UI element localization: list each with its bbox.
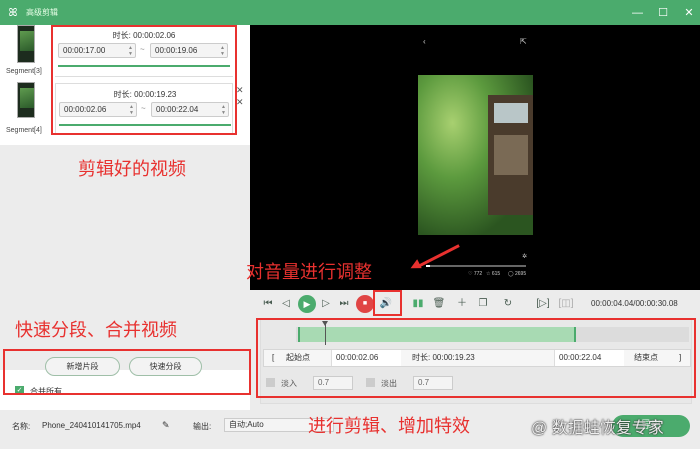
segment-label: Segment[3] — [6, 68, 42, 75]
close-segment-icon[interactable]: ✕ — [236, 85, 244, 96]
play-button[interactable]: ▶ — [298, 295, 316, 313]
annotation-box-timeline — [256, 318, 696, 398]
copy-icon[interactable]: ❐ — [474, 295, 492, 313]
window-controls: — ☐ ✕ — [632, 0, 694, 25]
step-forward-icon[interactable]: ▷ — [317, 295, 335, 313]
skip-end-icon[interactable]: ⏭ — [335, 295, 353, 313]
annotation-box-split — [3, 349, 251, 395]
video-frame — [418, 75, 533, 235]
segment-thumbnail[interactable] — [17, 82, 35, 118]
video-progress[interactable] — [426, 265, 526, 267]
annotation-box-volume — [373, 290, 402, 316]
delete-icon[interactable]: 🗑 — [430, 295, 448, 313]
annotation-box-segments — [51, 25, 237, 135]
annotation-volume: 对音量进行调整 — [246, 262, 372, 282]
close-icon[interactable]: ✕ — [684, 6, 694, 19]
video-preview[interactable]: ‹ ⇱ ✲ ♡ 772 ☆ 615 ◯ 2695 — [250, 25, 700, 290]
settings-icon[interactable]: ✲ — [522, 253, 527, 260]
window-title: 高级剪辑 — [26, 8, 58, 17]
annotation-edited-video: 剪辑好的视频 — [78, 159, 186, 179]
watermark: @ 数据蛙恢复专家 — [531, 420, 664, 437]
time-display: 00:00:04.04/00:00:30.08 — [591, 299, 678, 308]
app-logo-icon: ꕤ — [8, 6, 18, 19]
crop-icon[interactable]: [◫] — [557, 295, 575, 313]
step-back-icon[interactable]: ◁ — [277, 295, 295, 313]
edit-name-icon[interactable]: ✎ — [162, 420, 170, 431]
maximize-icon[interactable]: ☐ — [658, 6, 668, 19]
like-count: ♡ 772 — [468, 271, 483, 277]
add-icon[interactable]: ＋ — [453, 295, 471, 313]
fav-count: ☆ 615 — [486, 271, 501, 277]
frame-icon[interactable]: [▷] — [534, 295, 552, 313]
split-icon[interactable]: ▮▮ — [409, 295, 427, 313]
close-segment-icon[interactable]: ✕ — [236, 97, 244, 108]
rotate-icon[interactable]: ↻ — [499, 295, 517, 313]
output-label: 输出: — [193, 422, 212, 431]
playback-toolbar: ⏮ ◁ ▶ ▷ ⏭ ■ 🔊 ▮▮ 🗑 ＋ ❐ ↻ [▷] [◫] 00:00:0… — [250, 295, 700, 315]
file-name: Phone_240410141705.mp4 — [42, 421, 141, 430]
segment-thumbnail[interactable] — [17, 25, 35, 63]
segment-label: Segment[4] — [6, 127, 42, 134]
annotation-effects: 进行剪辑、增加特效 — [308, 416, 470, 436]
annotation-split-merge: 快速分段、合并视频 — [15, 320, 177, 340]
minimize-icon[interactable]: — — [632, 7, 643, 19]
name-label: 名称: — [12, 422, 31, 431]
skip-start-icon[interactable]: ⏮ — [259, 295, 277, 313]
stop-button[interactable]: ■ — [356, 295, 374, 313]
title-bar: ꕤ 高级剪辑 — ☐ ✕ — [0, 0, 700, 25]
share-icon[interactable]: ⇱ — [520, 37, 527, 46]
back-icon[interactable]: ‹ — [423, 37, 426, 46]
comment-count: ◯ 2695 — [508, 271, 527, 277]
